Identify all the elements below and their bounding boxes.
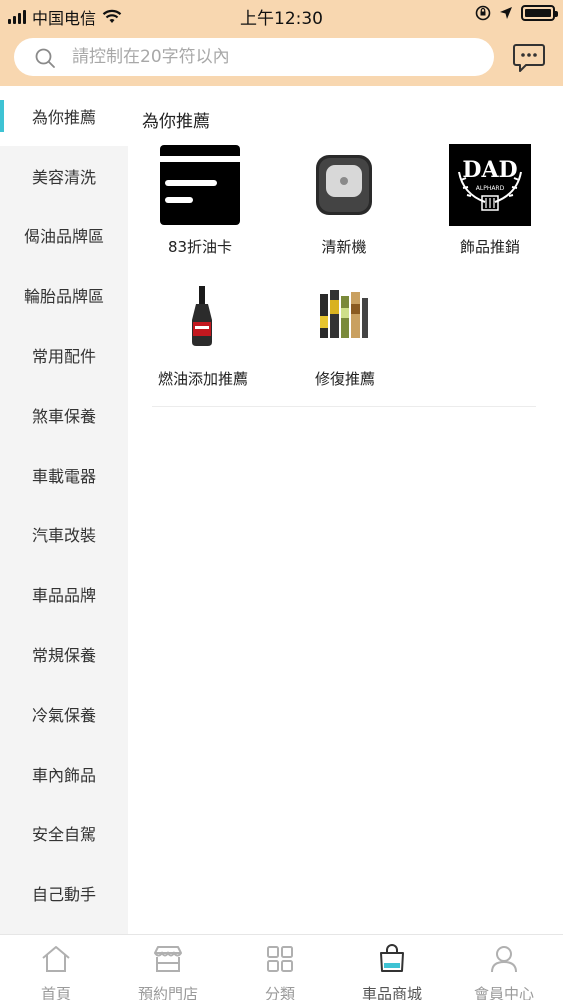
product-fuel-additive[interactable]: 燃油添加推薦: [142, 276, 262, 406]
sidebar-item-diy[interactable]: 自己動手: [0, 863, 128, 923]
sidebar-item-brake-service[interactable]: 煞車保養: [0, 385, 128, 445]
product-fuel-card[interactable]: 83折油卡: [139, 144, 259, 274]
product-accessories[interactable]: DAD ALPHARD 飾品推銷: [429, 144, 549, 274]
header: 中国电信 上午12:30: [0, 0, 563, 86]
tab-home[interactable]: 首頁: [0, 935, 112, 1000]
sidebar-item-recommended[interactable]: 為你推薦: [0, 86, 128, 146]
sidebar-item-tire-brands[interactable]: 輪胎品牌區: [0, 265, 128, 325]
sidebar-item-car-electronics[interactable]: 車載電器: [0, 445, 128, 505]
divider: [152, 406, 536, 407]
category-sidebar: 為你推薦 美容清洗 偈油品牌區 輪胎品牌區 常用配件 煞車保養 車載電器 汽車改…: [0, 86, 128, 934]
message-icon[interactable]: [512, 42, 546, 74]
store-icon: [154, 946, 182, 972]
product-label: 飾品推銷: [459, 238, 520, 256]
home-icon: [42, 946, 70, 972]
search-bar[interactable]: [14, 38, 494, 76]
section-title: 為你推薦: [142, 112, 210, 132]
sidebar-item-car-product-brands[interactable]: 車品品牌: [0, 564, 128, 624]
search-input[interactable]: [72, 38, 482, 76]
tab-categories[interactable]: 分類: [224, 935, 336, 1000]
product-label: 清新機: [321, 238, 367, 256]
tab-label: 會員中心: [473, 985, 534, 1000]
sidebar-item-oil-brands[interactable]: 偈油品牌區: [0, 206, 128, 266]
sidebar-item-interior-accessories[interactable]: 車內飾品: [0, 744, 128, 804]
product-repair-kit[interactable]: 修復推薦: [284, 276, 404, 406]
tab-label: 首頁: [40, 985, 71, 1000]
tab-store-booking[interactable]: 預約門店: [112, 935, 224, 1000]
battery-icon: [521, 5, 558, 21]
user-icon: [491, 946, 517, 973]
tab-label: 分類: [264, 985, 295, 1000]
product-label: 83折油卡: [167, 238, 233, 256]
sidebar-item-modification[interactable]: 汽車改裝: [0, 505, 128, 565]
fuel-card-icon: [159, 144, 241, 226]
sidebar-item-common-parts[interactable]: 常用配件: [0, 325, 128, 385]
tab-label: 預約門店: [137, 985, 198, 1000]
dad-logo: DAD ALPHARD: [449, 144, 531, 226]
search-icon: [35, 48, 55, 68]
sidebar-item-regular-service[interactable]: 常規保養: [0, 624, 128, 684]
product-air-purifier[interactable]: 清新機: [283, 144, 403, 274]
orientation-lock-icon: [475, 5, 491, 21]
sidebar-item-safe-driving[interactable]: 安全自駕: [0, 804, 128, 864]
product-label: 修復推薦: [314, 370, 375, 388]
location-arrow-icon: [500, 7, 512, 19]
tab-label: 車品商城: [361, 985, 422, 1000]
svg-text:ALPHARD: ALPHARD: [476, 185, 505, 192]
repair-kit: [304, 276, 386, 358]
sidebar-item-ac-service[interactable]: 冷氣保養: [0, 684, 128, 744]
tab-car-shop[interactable]: 車品商城: [336, 935, 448, 1000]
tab-bar: 首頁 預約門店 分類 車品商城 會員中心: [0, 934, 563, 1000]
product-label: 燃油添加推薦: [157, 370, 248, 388]
svg-text:DAD: DAD: [462, 157, 517, 183]
shopping-bag-icon: [380, 944, 404, 972]
tab-member-center[interactable]: 會員中心: [448, 935, 560, 1000]
fuel-additive-bottle: [162, 276, 244, 358]
sidebar-item-cleaning[interactable]: 美容清洗: [0, 146, 128, 206]
air-freshener-icon: [303, 144, 385, 226]
status-bar: 中国电信 上午12:30: [0, 0, 563, 30]
grid-icon: [267, 946, 293, 972]
